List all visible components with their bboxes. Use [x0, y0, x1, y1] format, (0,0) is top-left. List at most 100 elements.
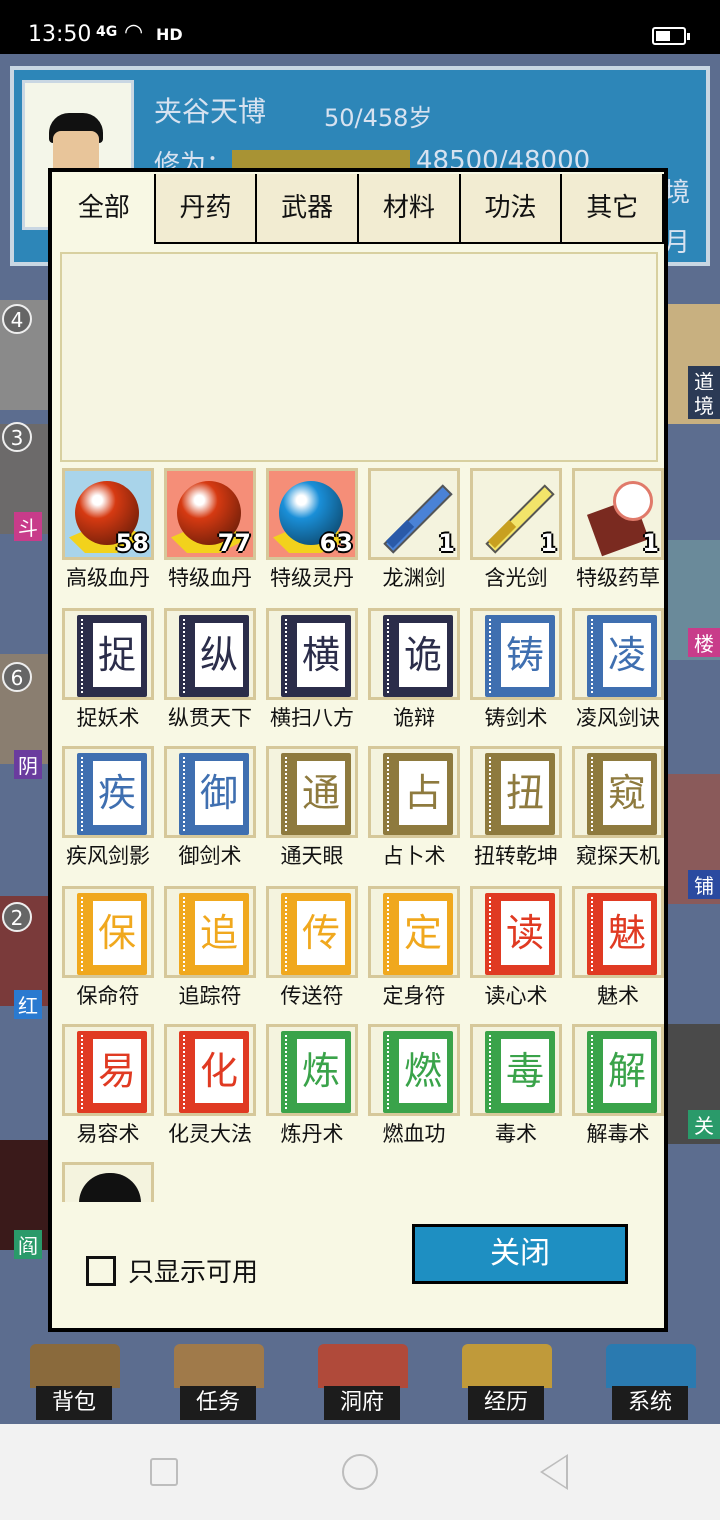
back-icon[interactable] [540, 1454, 568, 1490]
inventory-item[interactable]: 毒毒术 [468, 1024, 564, 1154]
tab-skills[interactable]: 功法 [460, 174, 563, 244]
inventory-item[interactable]: 定定身符 [366, 886, 462, 1016]
inventory-item[interactable]: 燃燃血功 [366, 1024, 462, 1154]
inventory-item[interactable]: 凌凌风剑诀 [570, 608, 666, 738]
inventory-item[interactable]: 传传送符 [264, 886, 360, 1016]
skill-book-icon: 化 [179, 1031, 249, 1113]
book-spine [387, 757, 393, 831]
nav-history[interactable]: 经历 [468, 1386, 544, 1420]
inventory-item[interactable]: 追追踪符 [162, 886, 258, 1016]
skill-book-icon: 占 [383, 753, 453, 835]
book-glyph: 定 [399, 901, 447, 965]
tab-pills[interactable]: 丹药 [155, 174, 258, 244]
item-name: 御剑术 [178, 844, 242, 868]
inventory-item[interactable]: 铸铸剑术 [468, 608, 564, 738]
item-tile: 扭 [470, 746, 562, 838]
nav-system[interactable]: 系统 [612, 1386, 688, 1420]
recent-apps-icon[interactable] [150, 1458, 178, 1486]
book-glyph: 扭 [501, 761, 549, 825]
item-name: 横扫八方 [270, 706, 354, 730]
scene-tag: 红 [14, 990, 42, 1019]
item-name: 燃血功 [382, 1122, 446, 1146]
item-tile: 定 [368, 886, 460, 978]
book-spine [387, 1035, 393, 1109]
item-tile: 横 [266, 608, 358, 700]
hd-badge: HD [156, 25, 183, 44]
skill-book-icon: 横 [281, 615, 351, 697]
book-glyph: 毒 [501, 1039, 549, 1103]
item-name: 凌风剑诀 [576, 706, 660, 730]
book-spine [285, 619, 291, 693]
tab-weapons[interactable]: 武器 [257, 174, 360, 244]
inventory-item[interactable]: 疾疾风剑影 [60, 746, 156, 876]
book-spine [387, 897, 393, 971]
close-button[interactable]: 关闭 [412, 1224, 628, 1284]
inventory-item[interactable]: 占占卜术 [366, 746, 462, 876]
item-tile: 易 [62, 1024, 154, 1116]
item-tile: 窥 [572, 746, 664, 838]
inventory-item[interactable]: 捉捉妖术 [60, 608, 156, 738]
tab-materials[interactable]: 材料 [359, 174, 461, 244]
signal-icon: 4G [96, 24, 118, 40]
item-tile: 保 [62, 886, 154, 978]
inventory-item[interactable]: 1 含光剑 [468, 468, 564, 598]
skill-book-icon: 易 [77, 1031, 147, 1113]
item-tile: 占 [368, 746, 460, 838]
skill-book-icon: 定 [383, 893, 453, 975]
history-icon [462, 1344, 552, 1388]
inventory-item[interactable]: 诡诡辩 [366, 608, 462, 738]
inventory-item[interactable]: 1 龙渊剑 [366, 468, 462, 598]
nav-cave[interactable]: 洞府 [324, 1386, 400, 1420]
item-name: 龙渊剑 [382, 566, 446, 590]
item-tile: 化 [164, 1024, 256, 1116]
inventory-item[interactable]: 横横扫八方 [264, 608, 360, 738]
quest-icon [174, 1344, 264, 1388]
inventory-item[interactable]: 解解毒术 [570, 1024, 666, 1154]
item-tile: 燃 [368, 1024, 460, 1116]
item-name: 易容术 [76, 1122, 140, 1146]
tab-all[interactable]: 全部 [54, 174, 156, 244]
tab-other[interactable]: 其它 [562, 174, 665, 244]
only-available-toggle[interactable]: 只显示可用 [86, 1252, 258, 1289]
inventory-item[interactable]: 化化灵大法 [162, 1024, 258, 1154]
inventory-item[interactable]: 窥窥探天机 [570, 746, 666, 876]
inventory-item[interactable]: 63 特级灵丹 [264, 468, 360, 598]
home-icon[interactable] [342, 1454, 378, 1490]
item-tile: 铸 [470, 608, 562, 700]
inventory-item[interactable]: 77 特级血丹 [162, 468, 258, 598]
book-spine [81, 1035, 87, 1109]
book-glyph: 通 [297, 761, 345, 825]
inventory-item[interactable]: 魅魅术 [570, 886, 666, 1016]
only-available-checkbox[interactable] [86, 1255, 116, 1286]
item-name: 特级血丹 [168, 566, 252, 590]
inventory-item[interactable]: 通通天眼 [264, 746, 360, 876]
inventory-item[interactable]: 御御剑术 [162, 746, 258, 876]
skill-book-icon: 凌 [587, 615, 657, 697]
book-glyph: 燃 [399, 1039, 447, 1103]
inventory-item[interactable]: 1 特级药草 [570, 468, 666, 598]
inventory-item[interactable]: 炼炼丹术 [264, 1024, 360, 1154]
item-tile: 读 [470, 886, 562, 978]
book-spine [489, 757, 495, 831]
book-spine [183, 619, 189, 693]
book-glyph: 炼 [297, 1039, 345, 1103]
skill-book-icon: 捉 [77, 615, 147, 697]
inventory-item[interactable]: 纵纵贯天下 [162, 608, 258, 738]
inventory-item[interactable]: 扭扭转乾坤 [468, 746, 564, 876]
item-name: 通天眼 [280, 844, 344, 868]
scene-badge: 6 [2, 662, 32, 692]
inventory-item[interactable]: 读读心术 [468, 886, 564, 1016]
battery-icon [652, 27, 690, 45]
inventory-item-partial[interactable] [60, 1162, 156, 1202]
inventory-dialog: 全部 丹药 武器 材料 功法 其它 58 高级血丹 77 特级血丹 63 特级灵丹 1 龙渊剑… [48, 168, 668, 1332]
item-tile: 追 [164, 886, 256, 978]
skill-book-icon: 追 [179, 893, 249, 975]
nav-quests[interactable]: 任务 [180, 1386, 256, 1420]
inventory-item[interactable]: 保保命符 [60, 886, 156, 1016]
inventory-item[interactable]: 易易容术 [60, 1024, 156, 1154]
inventory-item[interactable]: 58 高级血丹 [60, 468, 156, 598]
nav-backpack[interactable]: 背包 [36, 1386, 112, 1420]
item-name: 特级药草 [576, 566, 660, 590]
item-tile: 诡 [368, 608, 460, 700]
item-name: 保命符 [76, 984, 140, 1008]
